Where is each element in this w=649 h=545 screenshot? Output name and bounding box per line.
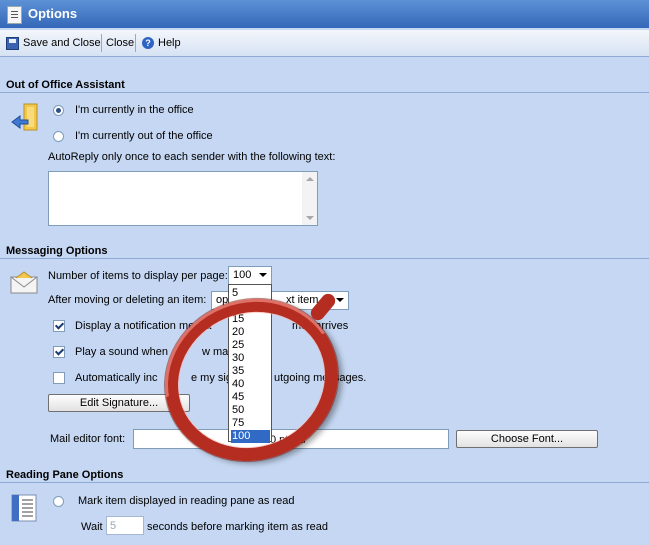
items-per-page-label: Number of items to display per page: <box>48 270 228 282</box>
title-bar: Options <box>0 0 649 28</box>
wait-seconds-input[interactable]: 5 <box>106 516 144 535</box>
help-icon: ? <box>142 37 154 49</box>
options-document-icon <box>7 6 22 24</box>
toolbar-separator <box>135 34 136 52</box>
autoreply-scrollbar[interactable] <box>302 172 317 225</box>
close-button[interactable]: Close <box>102 34 138 52</box>
wait-label: Wait <box>81 521 103 533</box>
out-of-office-heading-text: Out of Office Assistant <box>6 79 125 91</box>
out-of-office-label: I'm currently out of the office <box>75 130 213 142</box>
mail-editor-font-label: Mail editor font: <box>50 433 126 445</box>
chevron-down-icon <box>259 273 267 277</box>
reading-pane-heading-text: Reading Pane Options <box>6 469 124 481</box>
help-button[interactable]: ? Help <box>138 34 185 52</box>
autoreply-textarea[interactable] <box>48 171 318 226</box>
save-and-close-label: Save and Close <box>23 37 101 49</box>
choose-font-button[interactable]: Choose Font... <box>456 430 598 448</box>
autoreply-label: AutoReply only once to each sender with … <box>48 151 336 163</box>
window-title: Options <box>28 6 78 21</box>
in-office-label: I'm currently in the office <box>75 104 194 116</box>
messaging-options-heading-text: Messaging Options <box>6 245 108 257</box>
reading-pane-heading: Reading Pane Options <box>0 466 649 483</box>
scroll-down-arrow-icon[interactable] <box>306 216 314 220</box>
chevron-down-icon <box>336 298 344 302</box>
after-move-value-end: xt item <box>286 294 319 306</box>
notification-checkbox[interactable] <box>53 320 65 332</box>
play-sound-label: Play a sound when <box>75 346 168 358</box>
out-of-office-door-icon <box>11 103 38 131</box>
in-office-radio[interactable] <box>53 105 64 116</box>
scroll-up-arrow-icon[interactable] <box>306 177 314 181</box>
wait-seconds-value: 5 <box>110 520 117 532</box>
seconds-label: seconds before marking item as read <box>147 521 328 533</box>
reading-pane-icon <box>11 494 37 522</box>
after-move-label: After moving or deleting an item: <box>48 294 207 306</box>
out-of-office-heading: Out of Office Assistant <box>0 76 649 93</box>
mark-read-label: Mark item displayed in reading pane as r… <box>78 495 295 507</box>
save-and-close-button[interactable]: Save and Close <box>2 34 105 52</box>
toolbar: Save and Close Close ? Help <box>0 30 649 57</box>
signature-checkbox[interactable] <box>53 372 65 384</box>
out-of-office-radio[interactable] <box>53 131 64 142</box>
messaging-options-heading: Messaging Options <box>0 242 649 259</box>
items-per-page-value: 100 <box>233 269 252 281</box>
items-per-page-select[interactable]: 100 <box>228 266 272 285</box>
envelope-icon <box>10 271 38 294</box>
play-sound-checkbox[interactable] <box>53 346 65 358</box>
mark-read-radio[interactable] <box>53 496 64 507</box>
floppy-disk-icon <box>6 36 19 50</box>
signature-label: Automatically inc <box>75 372 158 384</box>
help-label: Help <box>158 37 181 49</box>
close-label: Close <box>106 37 135 49</box>
